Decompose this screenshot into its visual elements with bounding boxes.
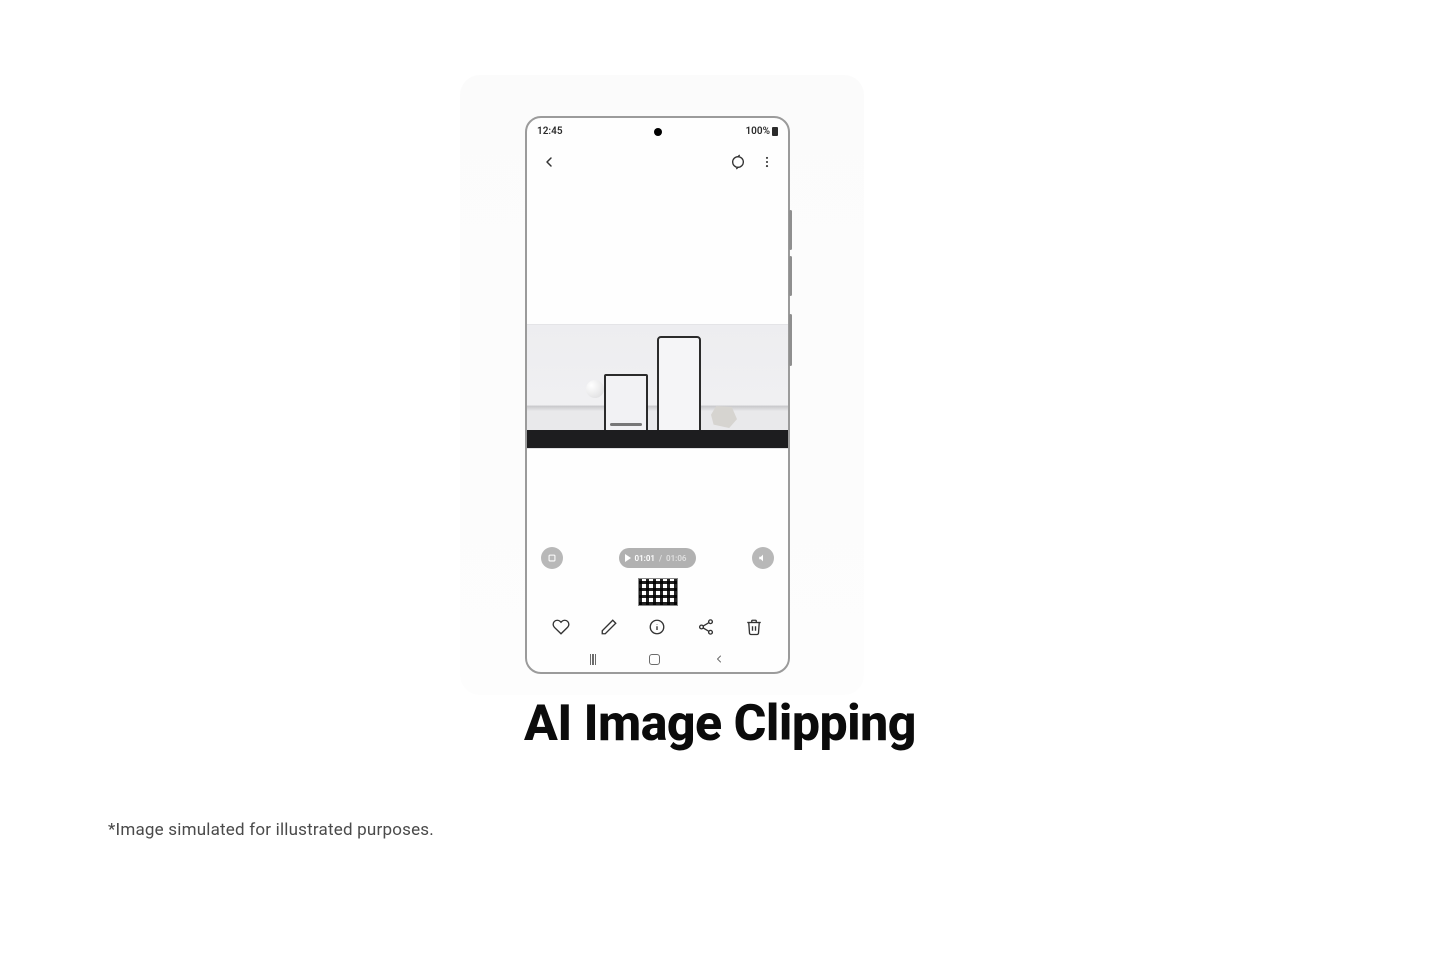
play-icon bbox=[625, 554, 631, 562]
gallery-app-bar bbox=[527, 140, 788, 184]
nav-recent-button[interactable] bbox=[590, 654, 597, 665]
nav-back-button[interactable] bbox=[713, 653, 725, 665]
details-button[interactable] bbox=[648, 618, 666, 636]
nav-home-button[interactable] bbox=[649, 654, 660, 665]
content-rock bbox=[711, 406, 737, 428]
share-button[interactable] bbox=[697, 618, 715, 636]
time-separator: / bbox=[659, 554, 662, 563]
status-time: 12:45 bbox=[537, 126, 563, 137]
remaster-icon[interactable] bbox=[730, 154, 746, 170]
back-button[interactable] bbox=[541, 154, 557, 170]
volume-down-button[interactable] bbox=[789, 256, 792, 296]
total-time: 01:06 bbox=[666, 554, 686, 563]
content-device-small bbox=[604, 374, 648, 434]
battery-percent: 100% bbox=[745, 126, 770, 137]
feature-title: AI Image Clipping bbox=[0, 695, 1440, 753]
video-filmstrip[interactable] bbox=[527, 578, 788, 608]
edit-button[interactable] bbox=[600, 618, 618, 636]
media-viewport[interactable] bbox=[527, 184, 788, 538]
content-shelf bbox=[527, 430, 788, 448]
phone-frame: 12:45 100% bbox=[525, 116, 790, 674]
viewport-lower-blank bbox=[527, 449, 788, 538]
volume-up-button[interactable] bbox=[789, 210, 792, 250]
capture-frame-button[interactable] bbox=[541, 547, 563, 569]
front-camera bbox=[654, 128, 662, 136]
current-time: 01:01 bbox=[635, 554, 655, 563]
playback-time-pill[interactable]: 01:01 / 01:06 bbox=[619, 548, 697, 568]
gallery-action-bar bbox=[527, 608, 788, 646]
delete-button[interactable] bbox=[745, 618, 763, 636]
disclaimer-text: *Image simulated for illustrated purpose… bbox=[108, 820, 434, 840]
content-device-large bbox=[657, 336, 701, 434]
system-nav-bar bbox=[527, 646, 788, 672]
video-frame-content bbox=[527, 324, 788, 449]
battery-icon bbox=[772, 127, 778, 136]
mute-button[interactable] bbox=[752, 547, 774, 569]
status-right: 100% bbox=[745, 126, 778, 137]
more-options-button[interactable] bbox=[760, 154, 774, 170]
video-controls-row: 01:01 / 01:06 bbox=[527, 538, 788, 578]
viewport-upper-blank bbox=[527, 184, 788, 324]
filmstrip-thumbnails bbox=[638, 578, 678, 606]
content-orb bbox=[586, 380, 604, 398]
power-button[interactable] bbox=[789, 314, 792, 366]
favorite-button[interactable] bbox=[552, 618, 570, 636]
